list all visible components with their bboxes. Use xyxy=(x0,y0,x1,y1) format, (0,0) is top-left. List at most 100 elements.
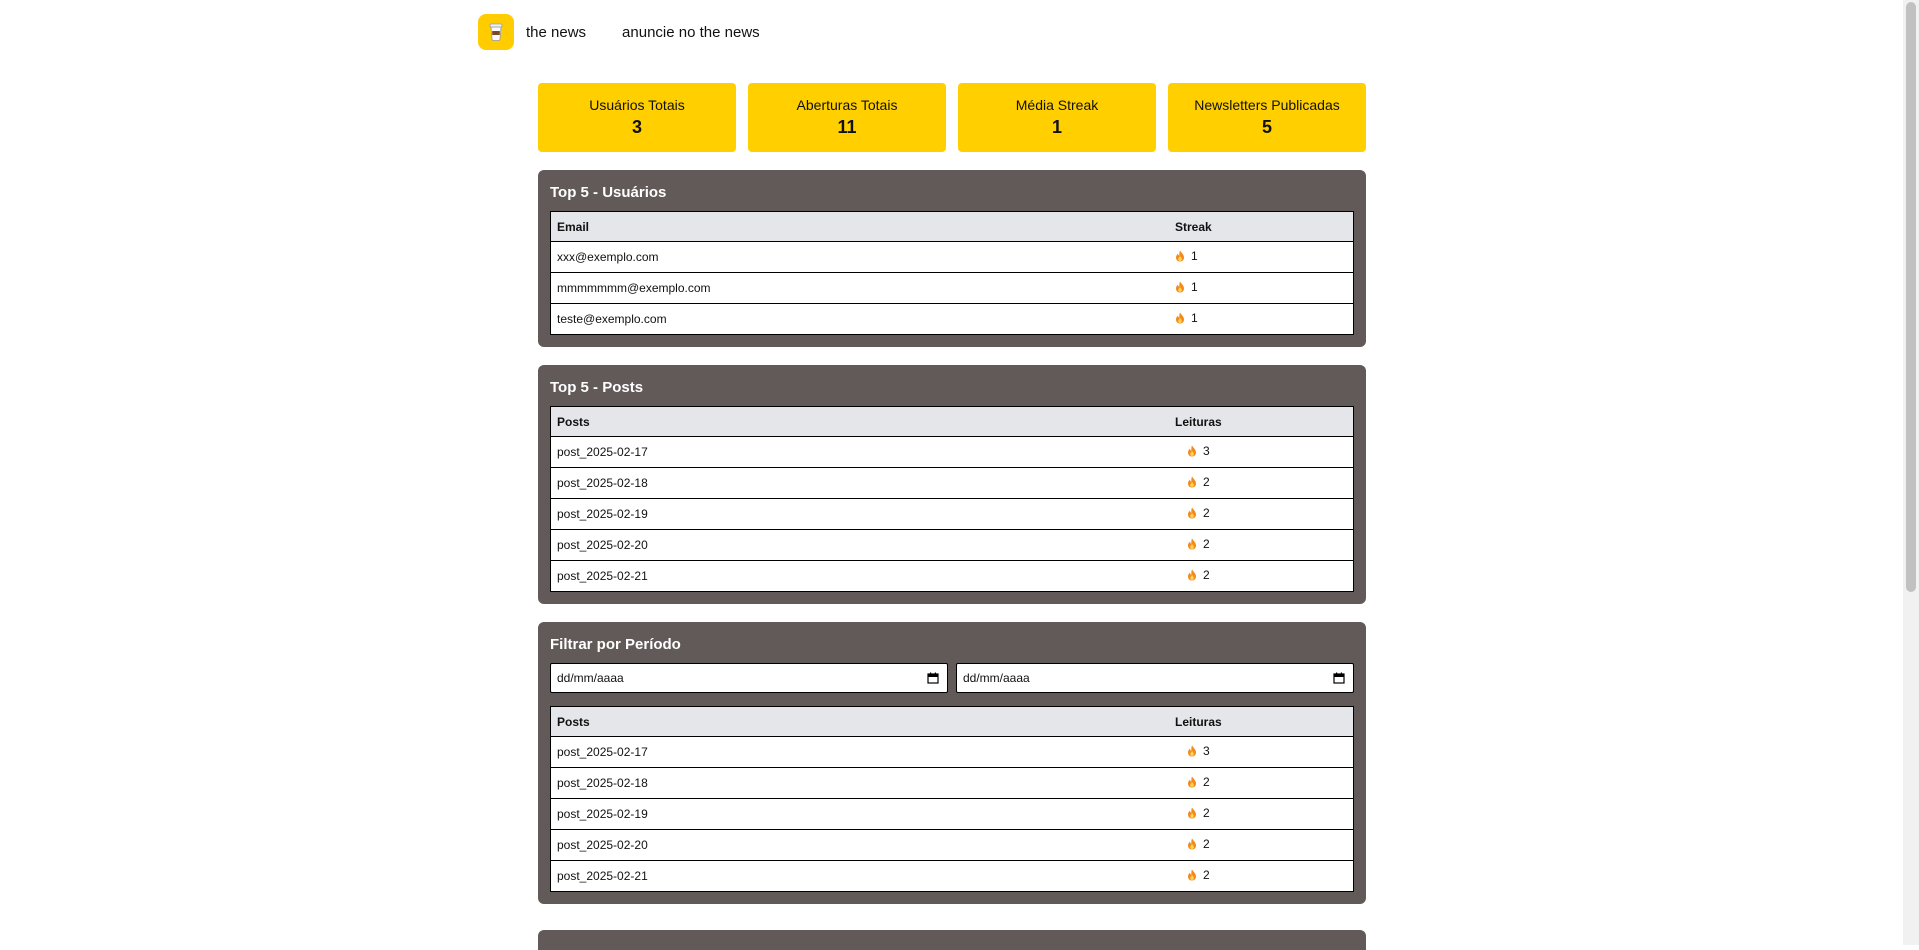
calendar-icon[interactable] xyxy=(927,672,939,684)
end-date-placeholder: dd/mm/aaaa xyxy=(963,671,1030,685)
date-range: dd/mm/aaaa dd/mm/aaaa xyxy=(550,663,1354,693)
stats-row: Usuários Totais 3 Aberturas Totais 11 Mé… xyxy=(538,83,1366,152)
streak-cell: 1 xyxy=(1169,241,1354,273)
table-row: post_2025-02-20 2 xyxy=(550,529,1354,561)
streak-value: 1 xyxy=(1191,280,1198,295)
email-cell: xxx@exemplo.com xyxy=(550,241,1169,273)
stat-value: 5 xyxy=(1261,117,1272,137)
table-row: post_2025-02-18 2 xyxy=(550,767,1354,799)
scrollbar[interactable] xyxy=(1903,0,1919,945)
post-cell: post_2025-02-20 xyxy=(550,529,1169,561)
stat-label: Newsletters Publicadas xyxy=(1194,97,1340,113)
column-header-posts: Posts xyxy=(550,406,1169,437)
scrollbar-thumb[interactable] xyxy=(1906,2,1916,592)
fire-icon xyxy=(1187,776,1197,791)
panel-title: Top 5 - Usuários xyxy=(550,184,667,201)
stat-label: Usuários Totais xyxy=(589,97,685,113)
table-row: post_2025-02-19 2 xyxy=(550,798,1354,830)
fire-icon xyxy=(1187,569,1197,584)
reads-cell: 2 xyxy=(1169,529,1354,561)
brand-link[interactable]: the news xyxy=(526,24,586,41)
fire-icon xyxy=(1187,507,1197,522)
fire-icon xyxy=(1187,538,1197,553)
fire-icon xyxy=(1175,312,1185,327)
stat-card-opens: Aberturas Totais 11 xyxy=(748,83,946,152)
fire-icon xyxy=(1187,745,1197,760)
reads-cell: 2 xyxy=(1169,498,1354,530)
end-date-input[interactable]: dd/mm/aaaa xyxy=(956,663,1354,693)
reads-cell: 2 xyxy=(1169,561,1354,592)
start-date-placeholder: dd/mm/aaaa xyxy=(557,671,624,685)
reads-value: 2 xyxy=(1203,775,1210,790)
reads-cell: 2 xyxy=(1169,798,1354,830)
post-cell: post_2025-02-17 xyxy=(550,436,1169,468)
panel-title: Filtrar por Período xyxy=(550,636,681,653)
filtered-posts-table: Posts Leituras post_2025-02-17 3 post_20… xyxy=(550,706,1354,892)
fire-icon xyxy=(1187,807,1197,822)
logo[interactable] xyxy=(478,14,514,50)
reads-value: 2 xyxy=(1203,568,1210,583)
dashboard: Usuários Totais 3 Aberturas Totais 11 Mé… xyxy=(538,83,1366,904)
post-cell: post_2025-02-21 xyxy=(557,569,648,583)
stat-card-newsletters: Newsletters Publicadas 5 xyxy=(1168,83,1366,152)
table-row: post_2025-02-21 2 xyxy=(551,861,1354,892)
table-row: teste@exemplo.com 1 xyxy=(551,304,1354,335)
table-row: post_2025-02-17 3 xyxy=(550,736,1354,768)
next-panel xyxy=(538,930,1366,950)
table-row: post_2025-02-20 2 xyxy=(550,829,1354,861)
reads-value: 2 xyxy=(1203,537,1210,552)
email-cell: mmmmmmm@exemplo.com xyxy=(550,272,1169,304)
advertise-link[interactable]: anuncie no the news xyxy=(622,24,760,41)
reads-value: 3 xyxy=(1203,744,1210,759)
streak-cell: 1 xyxy=(1169,272,1354,304)
reads-value: 2 xyxy=(1203,806,1210,821)
start-date-input[interactable]: dd/mm/aaaa xyxy=(550,663,948,693)
column-header-streak: Streak xyxy=(1169,211,1354,242)
fire-icon xyxy=(1175,281,1185,296)
streak-cell: 1 xyxy=(1169,304,1354,335)
coffee-cup-icon xyxy=(489,23,503,41)
column-header-reads: Leituras xyxy=(1169,406,1354,437)
fire-icon xyxy=(1187,869,1197,884)
stat-card-users: Usuários Totais 3 xyxy=(538,83,736,152)
stat-label: Aberturas Totais xyxy=(796,97,898,113)
fire-icon xyxy=(1187,838,1197,853)
panel-title: Top 5 - Posts xyxy=(550,379,644,396)
table-row: post_2025-02-17 3 xyxy=(550,436,1354,468)
streak-value: 1 xyxy=(1191,249,1198,264)
post-cell: post_2025-02-21 xyxy=(557,869,648,883)
post-cell: post_2025-02-17 xyxy=(550,736,1169,768)
stat-card-streak: Média Streak 1 xyxy=(958,83,1156,152)
reads-value: 2 xyxy=(1203,837,1210,852)
table-row: post_2025-02-18 2 xyxy=(550,467,1354,499)
filter-panel: Filtrar por Período dd/mm/aaaa dd/mm/aaa… xyxy=(538,622,1366,904)
reads-value: 2 xyxy=(1203,506,1210,521)
reads-cell: 2 xyxy=(1169,467,1354,499)
table-row: mmmmmmm@exemplo.com 1 xyxy=(550,272,1354,304)
top-users-table: Email Streak xxx@exemplo.com 1 mmmmmmm@e… xyxy=(550,211,1354,335)
top-posts-panel: Top 5 - Posts Posts Leituras post_2025-0… xyxy=(538,365,1366,604)
table-row: xxx@exemplo.com 1 xyxy=(550,241,1354,273)
table-row: post_2025-02-21 2 xyxy=(551,561,1354,592)
streak-value: 1 xyxy=(1191,311,1198,326)
reads-value: 3 xyxy=(1203,444,1210,459)
fire-icon xyxy=(1187,445,1197,460)
post-cell: post_2025-02-19 xyxy=(550,798,1169,830)
calendar-icon[interactable] xyxy=(1333,672,1345,684)
post-cell: post_2025-02-20 xyxy=(550,829,1169,861)
reads-cell: 2 xyxy=(1169,861,1354,892)
top-users-panel: Top 5 - Usuários Email Streak xxx@exempl… xyxy=(538,170,1366,347)
stat-value: 1 xyxy=(1051,117,1062,137)
reads-cell: 3 xyxy=(1169,736,1354,768)
column-header-email: Email xyxy=(550,211,1169,242)
reads-cell: 2 xyxy=(1169,829,1354,861)
stat-value: 3 xyxy=(631,117,642,137)
stat-label: Média Streak xyxy=(1015,97,1099,113)
reads-value: 2 xyxy=(1203,868,1210,883)
stat-value: 11 xyxy=(837,117,857,137)
post-cell: post_2025-02-18 xyxy=(550,767,1169,799)
fire-icon xyxy=(1187,476,1197,491)
fire-icon xyxy=(1175,250,1185,265)
reads-cell: 2 xyxy=(1169,767,1354,799)
table-row: post_2025-02-19 2 xyxy=(550,498,1354,530)
